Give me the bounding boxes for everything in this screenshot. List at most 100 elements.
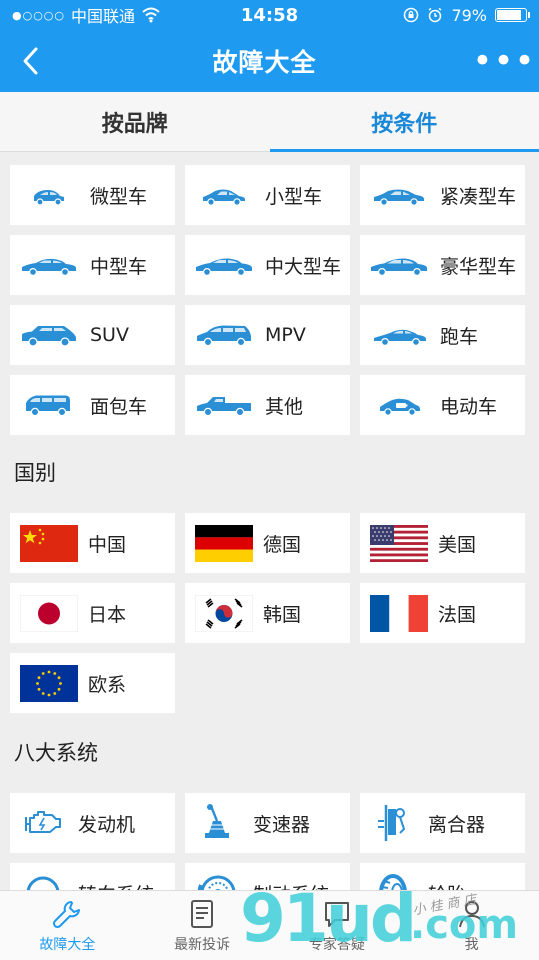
car-type-other[interactable]: 其他 xyxy=(185,375,350,435)
car-type-label: 电动车 xyxy=(440,395,498,418)
car-type-label: 紧凑型车 xyxy=(440,185,517,208)
sports-car-icon xyxy=(374,329,426,347)
system-brake[interactable]: 制动系统 xyxy=(185,863,350,890)
korea-flag-icon xyxy=(195,594,253,632)
page-title: 故障大全 xyxy=(212,48,317,77)
country-grid: 中国 德国 美国 日本 韩国 法国 欧系 xyxy=(0,501,539,721)
system-clutch[interactable]: 离合器 xyxy=(360,793,525,853)
system-label: 转向系统 xyxy=(78,880,154,891)
japan-flag-icon xyxy=(20,594,78,632)
car-type-label: 面包车 xyxy=(90,395,148,418)
car-type-sports[interactable]: 跑车 xyxy=(360,305,525,365)
car-type-mpv[interactable]: MPV xyxy=(185,305,350,365)
car-type-mini[interactable]: 微型车 xyxy=(10,165,175,225)
van-icon xyxy=(26,395,70,417)
electric-car-icon xyxy=(380,398,420,416)
car-type-label: MPV xyxy=(265,324,306,346)
car-type-label: 微型车 xyxy=(90,185,148,208)
luxury-car-icon xyxy=(371,258,427,277)
rotation-lock-icon xyxy=(404,7,419,23)
car-type-label: 豪华型车 xyxy=(440,255,517,278)
battery-level xyxy=(497,10,521,20)
country-usa[interactable]: 美国 xyxy=(360,513,525,573)
tab-by-condition[interactable]: 按条件 xyxy=(269,92,539,152)
car-type-suv[interactable]: SUV xyxy=(10,305,175,365)
country-europe[interactable]: 欧系 xyxy=(10,653,175,713)
tab-by-brand[interactable]: 按品牌 xyxy=(0,92,270,151)
car-type-large[interactable]: 中大型车 xyxy=(185,235,350,295)
system-engine[interactable]: 发动机 xyxy=(10,793,175,853)
country-label: 韩国 xyxy=(263,603,302,626)
tab-label: 按品牌 xyxy=(101,111,168,137)
wifi-icon xyxy=(142,7,160,23)
content-area[interactable]: 微型车 小型车 紧凑型车 中型车 中大型车 豪华型车 SUV MPV 跑车 面包… xyxy=(0,153,539,890)
country-label: 法国 xyxy=(438,603,477,626)
car-type-label: 跑车 xyxy=(440,325,479,348)
pickup-truck-icon xyxy=(197,397,251,417)
bottom-nav-label: 最新投诉 xyxy=(174,936,231,953)
chat-icon xyxy=(324,901,349,927)
small-car-icon xyxy=(203,189,245,206)
country-germany[interactable]: 德国 xyxy=(185,513,350,573)
systems-grid: 发动机 变速器 离合器 xyxy=(0,781,539,890)
france-flag-icon xyxy=(370,594,428,632)
car-type-label: 小型车 xyxy=(265,185,323,208)
system-label: 轮胎 xyxy=(428,880,466,891)
steering-wheel-icon xyxy=(26,876,60,890)
china-flag-icon xyxy=(20,524,78,562)
country-label: 美国 xyxy=(438,533,477,556)
carrier-name: 中国联通 xyxy=(71,7,136,26)
car-type-small[interactable]: 小型车 xyxy=(185,165,350,225)
car-type-midsize[interactable]: 中型车 xyxy=(10,235,175,295)
country-france[interactable]: 法国 xyxy=(360,583,525,643)
system-tire[interactable]: 轮胎 xyxy=(360,863,525,890)
country-japan[interactable]: 日本 xyxy=(10,583,175,643)
usa-flag-icon xyxy=(370,524,428,562)
brake-disc-icon xyxy=(197,875,236,890)
battery-icon xyxy=(495,8,530,22)
system-label: 制动系统 xyxy=(253,880,329,891)
car-type-luxury[interactable]: 豪华型车 xyxy=(360,235,525,295)
status-left: ●○○○○ 中国联通 xyxy=(12,3,212,27)
car-type-electric[interactable]: 电动车 xyxy=(360,375,525,435)
engine-icon xyxy=(25,811,61,833)
car-type-label: 中大型车 xyxy=(265,255,342,278)
tire-icon xyxy=(379,874,407,890)
wrench-icon xyxy=(53,900,81,928)
bottom-nav-me[interactable]: 我 xyxy=(404,891,539,960)
back-button[interactable] xyxy=(0,30,60,92)
chevron-left-icon xyxy=(23,47,38,75)
clutch-icon xyxy=(378,805,406,841)
bottom-nav-label: 故障大全 xyxy=(39,936,96,953)
country-china[interactable]: 中国 xyxy=(10,513,175,573)
system-steering[interactable]: 转向系统 xyxy=(10,863,175,890)
filter-tabs: 按品牌 按条件 xyxy=(0,92,539,152)
bottom-nav: 故障大全 最新投诉 专家答疑 我 xyxy=(0,890,539,960)
nav-bar: 故障大全 ••• xyxy=(0,30,539,92)
alarm-icon xyxy=(428,7,442,23)
status-right: 79% xyxy=(327,5,530,25)
country-label: 中国 xyxy=(88,533,127,556)
germany-flag-icon xyxy=(195,524,253,562)
system-transmission[interactable]: 变速器 xyxy=(185,793,350,853)
document-icon xyxy=(191,899,214,928)
system-label: 发动机 xyxy=(78,813,136,836)
country-korea[interactable]: 韩国 xyxy=(185,583,350,643)
bottom-nav-fault-encyclopedia[interactable]: 故障大全 xyxy=(0,891,135,960)
bottom-nav-label: 专家答疑 xyxy=(308,936,365,953)
section-title-systems: 八大系统 xyxy=(0,723,539,781)
car-type-grid: 微型车 小型车 紧凑型车 中型车 中大型车 豪华型车 SUV MPV 跑车 面包… xyxy=(0,153,539,443)
eu-flag-icon xyxy=(20,664,78,702)
bottom-nav-expert-qa[interactable]: 专家答疑 xyxy=(270,891,405,960)
car-type-van[interactable]: 面包车 xyxy=(10,375,175,435)
battery-percent: 79% xyxy=(451,5,487,25)
car-type-compact[interactable]: 紧凑型车 xyxy=(360,165,525,225)
bottom-nav-latest-complaints[interactable]: 最新投诉 xyxy=(135,891,270,960)
signal-strength-icon: ●○○○○ xyxy=(12,8,65,22)
section-title-country: 国别 xyxy=(0,443,539,501)
country-label: 德国 xyxy=(263,533,302,556)
car-type-label: 中型车 xyxy=(90,255,148,278)
more-button[interactable]: ••• xyxy=(469,30,539,92)
status-time: 14:58 xyxy=(240,4,299,26)
mini-car-icon xyxy=(34,190,64,206)
